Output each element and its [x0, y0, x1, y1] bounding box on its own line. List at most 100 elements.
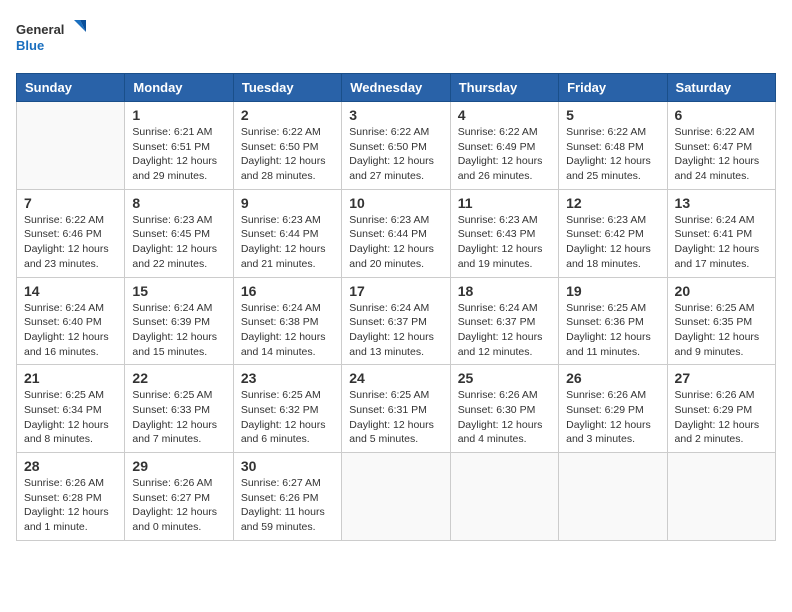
- logo: General Blue: [16, 16, 86, 61]
- day-info: Sunrise: 6:25 AM Sunset: 6:33 PM Dayligh…: [132, 388, 225, 447]
- day-info: Sunrise: 6:23 AM Sunset: 6:44 PM Dayligh…: [241, 213, 334, 272]
- day-info: Sunrise: 6:22 AM Sunset: 6:49 PM Dayligh…: [458, 125, 551, 184]
- calendar-cell: 6 Sunrise: 6:22 AM Sunset: 6:47 PM Daylig…: [667, 102, 775, 190]
- day-header-friday: Friday: [559, 74, 667, 102]
- day-number: 8: [132, 195, 225, 211]
- calendar-cell: 15Sunrise: 6:24 AM Sunset: 6:39 PM Dayli…: [125, 277, 233, 365]
- day-info: Sunrise: 6:22 AM Sunset: 6:48 PM Dayligh…: [566, 125, 659, 184]
- day-info: Sunrise: 6:23 AM Sunset: 6:44 PM Dayligh…: [349, 213, 442, 272]
- day-number: 17: [349, 283, 442, 299]
- calendar-cell: 23 Sunrise: 6:25 AM Sunset: 6:32 PM Dayli…: [233, 365, 341, 453]
- calendar-cell: 8 Sunrise: 6:23 AM Sunset: 6:45 PM Daylig…: [125, 189, 233, 277]
- calendar-header-row: SundayMondayTuesdayWednesdayThursdayFrid…: [17, 74, 776, 102]
- day-number: 9: [241, 195, 334, 211]
- calendar-cell: 26 Sunrise: 6:26 AM Sunset: 6:29 PM Dayli…: [559, 365, 667, 453]
- day-info: Sunrise: 6:26 AM Sunset: 6:30 PM Dayligh…: [458, 388, 551, 447]
- day-header-monday: Monday: [125, 74, 233, 102]
- day-number: 1: [132, 107, 225, 123]
- day-info: Sunrise: 6:26 AM Sunset: 6:29 PM Dayligh…: [566, 388, 659, 447]
- week-row-4: 21 Sunrise: 6:25 AM Sunset: 6:34 PM Dayli…: [17, 365, 776, 453]
- day-number: 26: [566, 370, 659, 386]
- day-number: 2: [241, 107, 334, 123]
- day-number: 14: [24, 283, 117, 299]
- day-info: Sunrise: 6:23 AM Sunset: 6:45 PM Dayligh…: [132, 213, 225, 272]
- day-number: 23: [241, 370, 334, 386]
- svg-text:General: General: [16, 22, 64, 37]
- calendar-cell: 7Sunrise: 6:22 AM Sunset: 6:46 PM Daylig…: [17, 189, 125, 277]
- calendar-cell: 13Sunrise: 6:24 AM Sunset: 6:41 PM Dayli…: [667, 189, 775, 277]
- day-info: Sunrise: 6:24 AM Sunset: 6:39 PM Dayligh…: [132, 301, 225, 360]
- week-row-3: 14Sunrise: 6:24 AM Sunset: 6:40 PM Dayli…: [17, 277, 776, 365]
- calendar-cell: 10 Sunrise: 6:23 AM Sunset: 6:44 PM Dayli…: [342, 189, 450, 277]
- calendar-cell: 9 Sunrise: 6:23 AM Sunset: 6:44 PM Daylig…: [233, 189, 341, 277]
- day-info: Sunrise: 6:25 AM Sunset: 6:31 PM Dayligh…: [349, 388, 442, 447]
- day-number: 18: [458, 283, 551, 299]
- day-number: 6: [675, 107, 768, 123]
- calendar-cell: 4 Sunrise: 6:22 AM Sunset: 6:49 PM Daylig…: [450, 102, 558, 190]
- day-number: 20: [675, 283, 768, 299]
- calendar-cell: [342, 453, 450, 541]
- day-header-sunday: Sunday: [17, 74, 125, 102]
- calendar-cell: 14Sunrise: 6:24 AM Sunset: 6:40 PM Dayli…: [17, 277, 125, 365]
- day-info: Sunrise: 6:24 AM Sunset: 6:37 PM Dayligh…: [458, 301, 551, 360]
- calendar-cell: 28Sunrise: 6:26 AM Sunset: 6:28 PM Dayli…: [17, 453, 125, 541]
- week-row-1: 1 Sunrise: 6:21 AM Sunset: 6:51 PM Daylig…: [17, 102, 776, 190]
- day-info: Sunrise: 6:27 AM Sunset: 6:26 PM Dayligh…: [241, 476, 334, 535]
- day-number: 21: [24, 370, 117, 386]
- day-info: Sunrise: 6:24 AM Sunset: 6:37 PM Dayligh…: [349, 301, 442, 360]
- calendar-cell: [17, 102, 125, 190]
- day-number: 7: [24, 195, 117, 211]
- day-info: Sunrise: 6:23 AM Sunset: 6:43 PM Dayligh…: [458, 213, 551, 272]
- day-number: 5: [566, 107, 659, 123]
- day-number: 4: [458, 107, 551, 123]
- calendar-cell: 29Sunrise: 6:26 AM Sunset: 6:27 PM Dayli…: [125, 453, 233, 541]
- day-header-thursday: Thursday: [450, 74, 558, 102]
- day-info: Sunrise: 6:22 AM Sunset: 6:50 PM Dayligh…: [241, 125, 334, 184]
- calendar-cell: 30 Sunrise: 6:27 AM Sunset: 6:26 PM Dayli…: [233, 453, 341, 541]
- calendar-cell: 20 Sunrise: 6:25 AM Sunset: 6:35 PM Dayli…: [667, 277, 775, 365]
- day-number: 27: [675, 370, 768, 386]
- calendar-cell: 1 Sunrise: 6:21 AM Sunset: 6:51 PM Daylig…: [125, 102, 233, 190]
- day-info: Sunrise: 6:26 AM Sunset: 6:28 PM Dayligh…: [24, 476, 117, 535]
- calendar-cell: 5 Sunrise: 6:22 AM Sunset: 6:48 PM Daylig…: [559, 102, 667, 190]
- logo-svg: General Blue: [16, 16, 86, 61]
- day-info: Sunrise: 6:26 AM Sunset: 6:29 PM Dayligh…: [675, 388, 768, 447]
- day-number: 22: [132, 370, 225, 386]
- day-number: 16: [241, 283, 334, 299]
- week-row-2: 7Sunrise: 6:22 AM Sunset: 6:46 PM Daylig…: [17, 189, 776, 277]
- day-info: Sunrise: 6:26 AM Sunset: 6:27 PM Dayligh…: [132, 476, 225, 535]
- calendar-cell: [667, 453, 775, 541]
- calendar-table: SundayMondayTuesdayWednesdayThursdayFrid…: [16, 73, 776, 541]
- day-number: 11: [458, 195, 551, 211]
- day-number: 24: [349, 370, 442, 386]
- page-header: General Blue: [16, 16, 776, 61]
- calendar-cell: 27 Sunrise: 6:26 AM Sunset: 6:29 PM Dayli…: [667, 365, 775, 453]
- day-number: 30: [241, 458, 334, 474]
- calendar-cell: 18 Sunrise: 6:24 AM Sunset: 6:37 PM Dayli…: [450, 277, 558, 365]
- day-number: 3: [349, 107, 442, 123]
- day-info: Sunrise: 6:25 AM Sunset: 6:35 PM Dayligh…: [675, 301, 768, 360]
- day-info: Sunrise: 6:21 AM Sunset: 6:51 PM Dayligh…: [132, 125, 225, 184]
- day-number: 12: [566, 195, 659, 211]
- day-info: Sunrise: 6:23 AM Sunset: 6:42 PM Dayligh…: [566, 213, 659, 272]
- day-info: Sunrise: 6:25 AM Sunset: 6:32 PM Dayligh…: [241, 388, 334, 447]
- calendar-cell: 22 Sunrise: 6:25 AM Sunset: 6:33 PM Dayli…: [125, 365, 233, 453]
- day-info: Sunrise: 6:25 AM Sunset: 6:36 PM Dayligh…: [566, 301, 659, 360]
- calendar-cell: 19Sunrise: 6:25 AM Sunset: 6:36 PM Dayli…: [559, 277, 667, 365]
- calendar-cell: 3 Sunrise: 6:22 AM Sunset: 6:50 PM Daylig…: [342, 102, 450, 190]
- calendar-cell: 25Sunrise: 6:26 AM Sunset: 6:30 PM Dayli…: [450, 365, 558, 453]
- calendar-cell: 21 Sunrise: 6:25 AM Sunset: 6:34 PM Dayli…: [17, 365, 125, 453]
- calendar-cell: 24 Sunrise: 6:25 AM Sunset: 6:31 PM Dayli…: [342, 365, 450, 453]
- day-info: Sunrise: 6:22 AM Sunset: 6:50 PM Dayligh…: [349, 125, 442, 184]
- day-number: 13: [675, 195, 768, 211]
- day-header-wednesday: Wednesday: [342, 74, 450, 102]
- day-info: Sunrise: 6:24 AM Sunset: 6:38 PM Dayligh…: [241, 301, 334, 360]
- day-info: Sunrise: 6:22 AM Sunset: 6:47 PM Dayligh…: [675, 125, 768, 184]
- day-info: Sunrise: 6:25 AM Sunset: 6:34 PM Dayligh…: [24, 388, 117, 447]
- week-row-5: 28Sunrise: 6:26 AM Sunset: 6:28 PM Dayli…: [17, 453, 776, 541]
- calendar-cell: [450, 453, 558, 541]
- day-header-saturday: Saturday: [667, 74, 775, 102]
- calendar-cell: [559, 453, 667, 541]
- calendar-cell: 2 Sunrise: 6:22 AM Sunset: 6:50 PM Daylig…: [233, 102, 341, 190]
- day-number: 10: [349, 195, 442, 211]
